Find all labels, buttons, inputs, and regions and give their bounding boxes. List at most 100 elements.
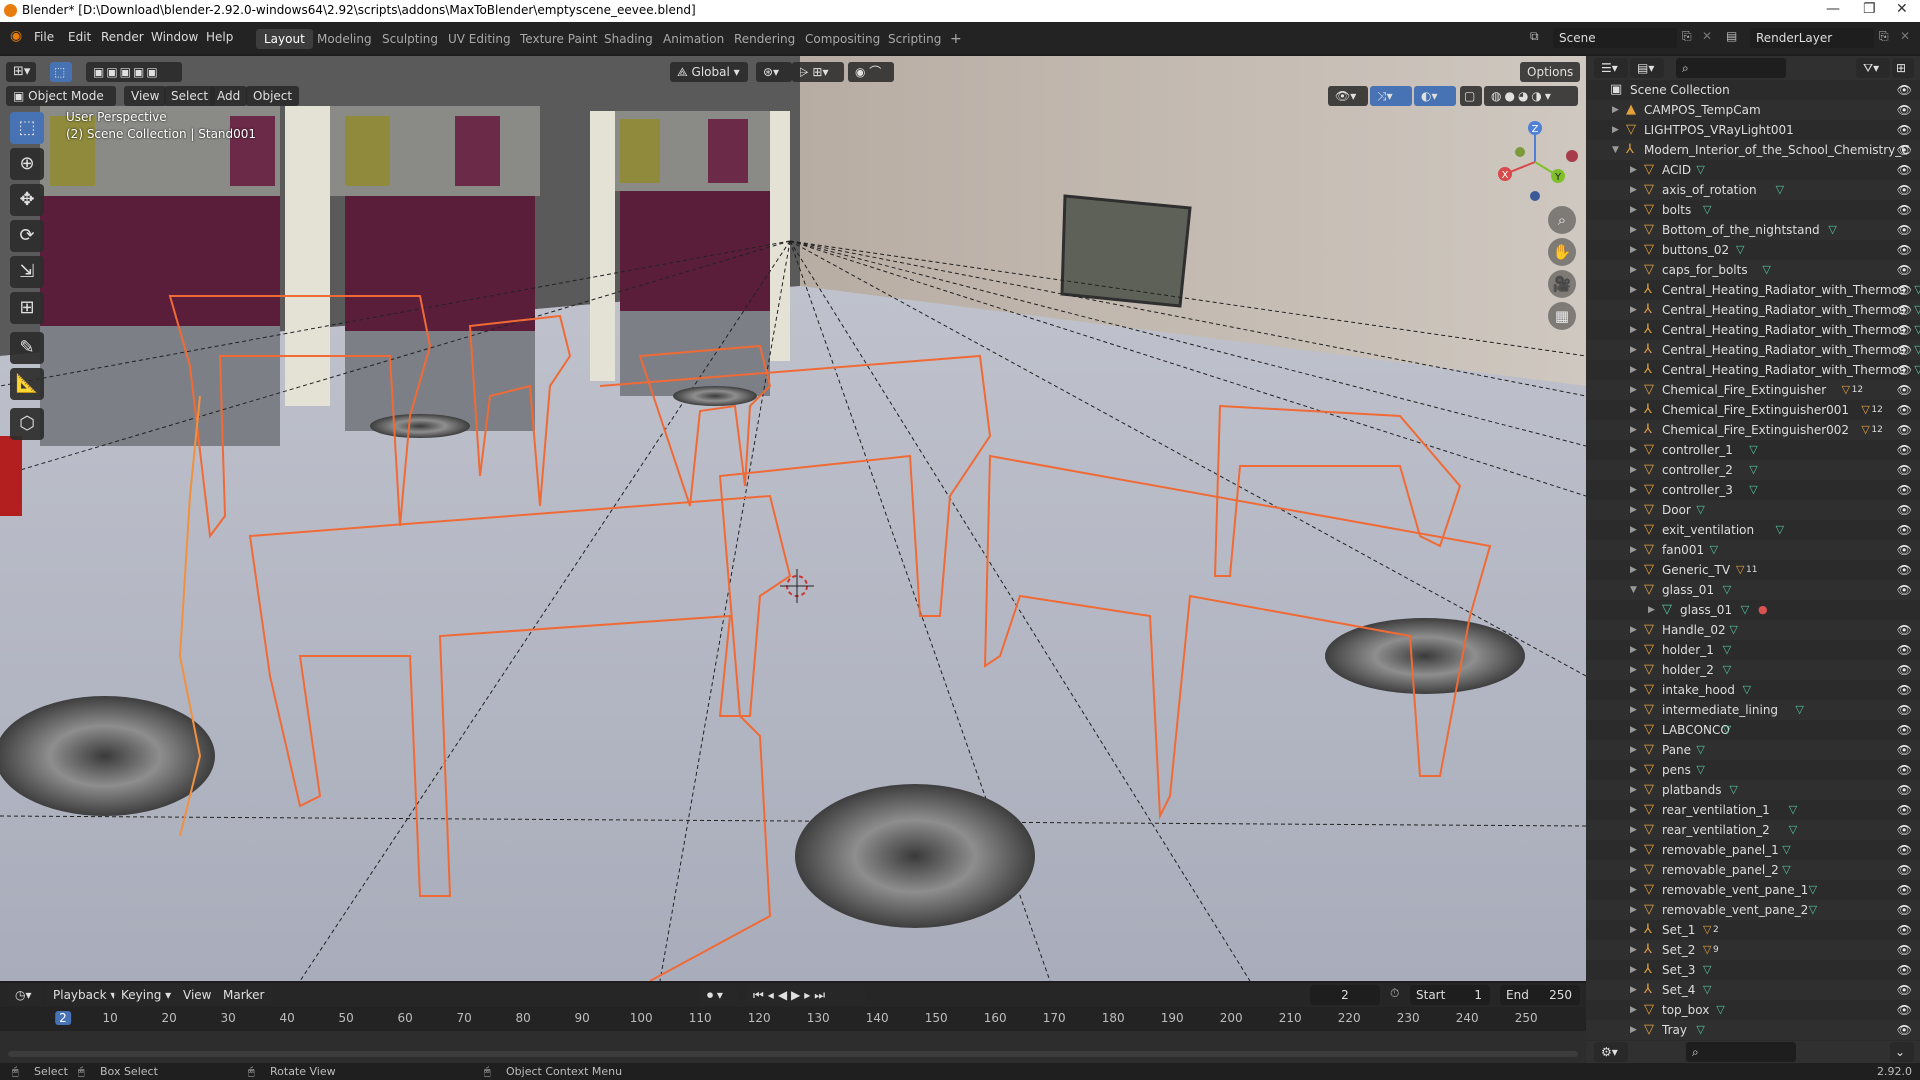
outliner-row[interactable]: ▶ ▽ Handle_02 ▽ 👁 <box>1586 620 1920 640</box>
new-collection-icon[interactable]: ⊞ <box>1892 58 1914 78</box>
eye-icon[interactable]: 👁 <box>1897 120 1912 140</box>
expand-arrow-icon[interactable]: ▶ <box>1612 100 1622 120</box>
outliner-row[interactable]: ▼ ⅄ Modern_Interior_of_the_School_Chemistr… <box>1586 140 1920 160</box>
outliner-row[interactable]: ▶ ⅄ Set_3 ▽ 👁 <box>1586 960 1920 980</box>
outliner-search-input[interactable]: ⌕ <box>1676 58 1786 78</box>
outliner-row[interactable]: ▶ ▽ fan001 ▽ 👁 <box>1586 540 1920 560</box>
outliner-row[interactable]: ▶ ⅄ Set_2 ▽ 9 👁 <box>1586 940 1920 960</box>
eye-icon[interactable]: 👁 <box>1897 840 1912 860</box>
timeline-editor-type-icon[interactable]: ◷▾ <box>8 985 42 1005</box>
eye-icon[interactable]: 👁 <box>1897 720 1912 740</box>
selection-mode-icons[interactable]: ▣▣▣▣▣ <box>86 62 182 82</box>
eye-icon[interactable]: 👁 <box>1897 520 1912 540</box>
proportional-editing-icon[interactable]: ◉ ⌒ <box>848 62 894 82</box>
expand-arrow-icon[interactable]: ▶ <box>1630 300 1640 320</box>
outliner-row[interactable]: ▶ ⅄ Set_4 ▽ 👁 <box>1586 980 1920 1000</box>
expand-arrow-icon[interactable]: ▶ <box>1630 1020 1640 1040</box>
outliner-row[interactable]: ▶ ▽ Tray ▽ 👁 <box>1586 1020 1920 1040</box>
outliner-item-name[interactable]: Set_1 <box>1662 920 1695 940</box>
outliner-item-name[interactable]: fan001 <box>1662 540 1704 560</box>
eye-icon[interactable]: 👁 <box>1897 360 1912 380</box>
menu-add[interactable]: Add <box>210 86 248 106</box>
menu-file[interactable]: File <box>34 30 54 44</box>
outliner-row[interactable]: ▶ ▽ intake_hood ▽ 👁 <box>1586 680 1920 700</box>
expand-arrow-icon[interactable]: ▶ <box>1630 780 1640 800</box>
outliner-item-name[interactable]: buttons_02 <box>1662 240 1729 260</box>
outliner-item-name[interactable]: controller_3 <box>1662 480 1733 500</box>
outliner-row[interactable]: ▶ ▽ Chemical_Fire_Extinguisher ▽ 12 👁 <box>1586 380 1920 400</box>
outliner-row[interactable]: ▼ ▽ glass_01 ▽ 👁 <box>1586 580 1920 600</box>
outliner-tree[interactable]: ▣ Scene Collection 👁 ▶ ▲ CAMPOS_TempCam 👁 ▶ ▽… <box>1586 80 1920 1041</box>
visibility-icon[interactable]: 👁▾ <box>1328 86 1368 106</box>
outliner-item-name[interactable]: intake_hood <box>1662 680 1735 700</box>
expand-arrow-icon[interactable]: ▶ <box>1630 940 1640 960</box>
expand-arrow-icon[interactable]: ▶ <box>1630 360 1640 380</box>
outliner-row[interactable]: ▶ ▽ Door ▽ 👁 <box>1586 500 1920 520</box>
delete-view-layer-icon[interactable]: ✕ <box>1900 29 1910 43</box>
current-frame-marker[interactable]: 2 <box>55 1011 71 1025</box>
expand-arrow-icon[interactable]: ▶ <box>1630 280 1640 300</box>
outliner-row[interactable]: ▶ ▽ controller_2 ▽ 👁 <box>1586 460 1920 480</box>
outliner-item-name[interactable]: caps_for_bolts <box>1662 260 1748 280</box>
outliner-row[interactable]: ▶ ▽ rear_ventilation_2 ▽ 👁 <box>1586 820 1920 840</box>
auto-keying-toggle-icon[interactable]: ⏺ ▾ <box>700 985 738 1005</box>
outliner-item-name[interactable]: LABCONCO <box>1662 720 1730 740</box>
mode-dropdown[interactable]: ▣ Object Mode ▾ <box>6 86 116 123</box>
expand-arrow-icon[interactable]: ▶ <box>1630 840 1640 860</box>
tool-add-cube[interactable]: ⬡ <box>10 408 44 440</box>
expand-arrow-icon[interactable]: ▶ <box>1630 460 1640 480</box>
outliner-item-name[interactable]: Chemical_Fire_Extinguisher001 <box>1662 400 1849 420</box>
outliner-item-name[interactable]: ACID <box>1662 160 1691 180</box>
workspace-tab-animation[interactable]: Animation <box>655 29 732 49</box>
expand-arrow-icon[interactable]: ▶ <box>1630 900 1640 920</box>
new-scene-icon[interactable]: ⎘ <box>1682 29 1692 44</box>
eye-icon[interactable]: 👁 <box>1897 620 1912 640</box>
outliner-item-name[interactable]: exit_ventilation <box>1662 520 1754 540</box>
expand-arrow-icon[interactable]: ▶ <box>1630 560 1640 580</box>
workspace-tab-rendering[interactable]: Rendering <box>726 29 803 49</box>
outliner-item-name[interactable]: Handle_02 <box>1662 620 1726 640</box>
timeline-keyframe-area[interactable] <box>0 1031 1586 1063</box>
outliner-item-name[interactable]: Modern_Interior_of_the_School_Chemistry_… <box>1644 140 1910 160</box>
eye-icon[interactable]: 👁 <box>1897 540 1912 560</box>
outliner-row[interactable]: ▶ ▽ top_box ▽ 👁 <box>1586 1000 1920 1020</box>
expand-arrow-icon[interactable]: ▶ <box>1630 620 1640 640</box>
eye-icon[interactable]: 👁 <box>1897 240 1912 260</box>
outliner-row[interactable]: ▶ ▽ intermediate_lining ▽ 👁 <box>1586 700 1920 720</box>
expand-arrow-icon[interactable]: ▶ <box>1630 440 1640 460</box>
outliner-row[interactable]: ▶ ▽ removable_vent_pane_1 ▽ 👁 <box>1586 880 1920 900</box>
new-view-layer-icon[interactable]: ⎘ <box>1879 29 1889 44</box>
menu-help[interactable]: Help <box>206 30 233 44</box>
outliner-row[interactable]: ▶ ⅄ Central_Heating_Radiator_with_Thermos ▽… <box>1586 360 1920 380</box>
collapse-arrow-icon[interactable]: ▼ <box>1630 580 1640 600</box>
outliner-item-name[interactable]: Bottom_of_the_nightstand <box>1662 220 1820 240</box>
eye-icon[interactable]: 👁 <box>1897 460 1912 480</box>
outliner-row[interactable]: ▶ ⅄ Central_Heating_Radiator_with_Thermos ▽… <box>1586 300 1920 320</box>
close-button[interactable]: ✕ <box>1896 1 1908 17</box>
minimize-button[interactable]: — <box>1826 1 1840 17</box>
outliner-row[interactable]: ▶ ▽ Bottom_of_the_nightstand ▽ 👁 <box>1586 220 1920 240</box>
eye-icon[interactable]: 👁 <box>1897 740 1912 760</box>
expand-arrow-icon[interactable]: ▶ <box>1630 700 1640 720</box>
end-frame-field[interactable]: End 250 <box>1500 985 1580 1005</box>
filter-icon[interactable]: ⛛▾ <box>1856 58 1890 78</box>
outliner-row[interactable]: ▶ ▽ removable_panel_1 ▽ 👁 <box>1586 840 1920 860</box>
outliner-row[interactable]: ▶ ▽ glass_01 ▽ ● <box>1586 600 1920 620</box>
view-layer-browse-icon[interactable]: ▤ <box>1726 29 1737 43</box>
outliner-item-name[interactable]: Central_Heating_Radiator_with_Thermos <box>1662 340 1905 360</box>
outliner-row[interactable]: ▶ ▽ exit_ventilation ▽ 👁 <box>1586 520 1920 540</box>
outliner-row[interactable]: ▶ ▽ bolts ▽ 👁 <box>1586 200 1920 220</box>
expand-arrow-icon[interactable]: ▶ <box>1630 980 1640 1000</box>
maximize-button[interactable]: ❐ <box>1863 1 1876 17</box>
eye-icon[interactable]: 👁 <box>1897 80 1912 100</box>
tool-scale[interactable]: ⇲ <box>10 256 44 288</box>
eye-icon[interactable]: 👁 <box>1897 380 1912 400</box>
expand-arrow-icon[interactable]: ▶ <box>1630 240 1640 260</box>
outliner-panel[interactable]: ☰▾ ▤▾ ⌕ ⛛▾ ⊞ ▣ Scene Collection 👁 ▶ ▲ CAMP… <box>1586 56 1920 1041</box>
collapse-arrow-icon[interactable]: ▼ <box>1612 140 1622 160</box>
outliner-row[interactable]: ▶ ▽ removable_vent_pane_2 ▽ 👁 <box>1586 900 1920 920</box>
navigation-gizmo[interactable]: Z X Y <box>1490 112 1580 202</box>
outliner-item-name[interactable]: Pane <box>1662 740 1691 760</box>
eye-icon[interactable]: 👁 <box>1897 640 1912 660</box>
outliner-row[interactable]: ▶ ▽ buttons_02 ▽ 👁 <box>1586 240 1920 260</box>
